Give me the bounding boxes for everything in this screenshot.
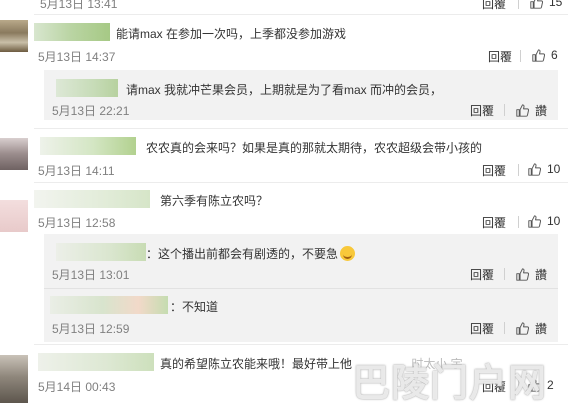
username-blurred[interactable] — [56, 243, 146, 261]
thumbs-up-icon — [532, 48, 545, 62]
comment-text: 农农真的会来吗？如果是真的那就太期待，农农超级会带小孩的 — [146, 141, 483, 155]
comment-separator — [34, 344, 568, 345]
divider — [504, 104, 505, 116]
thumbs-up-icon — [516, 322, 529, 335]
thumbs-up-icon — [516, 268, 529, 281]
reply-button[interactable]: 回覆 — [470, 320, 494, 337]
like-button[interactable]: 15 — [530, 0, 562, 9]
like-button[interactable]: 10 — [528, 214, 560, 228]
thumbs-up-icon — [516, 104, 529, 117]
divider — [504, 322, 505, 334]
reply-button[interactable]: 回覆 — [488, 48, 512, 65]
thumbs-up-icon — [528, 162, 541, 176]
reply-text: 请max 我就冲芒果会员，上期就是为了看max 而冲的会员， — [126, 83, 443, 97]
comment-time: 5月13日 14:11 — [38, 164, 115, 178]
like-button[interactable]: 10 — [528, 162, 560, 176]
reply-separator — [44, 288, 558, 289]
divider — [504, 268, 505, 280]
thumbs-up-icon — [530, 0, 543, 9]
like-button[interactable]: 6 — [532, 48, 558, 62]
reply-time: 5月13日 13:01 — [52, 268, 130, 282]
reply-button[interactable]: 回覆 — [482, 162, 506, 179]
like-label: 讚 — [535, 104, 548, 118]
avatar[interactable] — [0, 200, 28, 232]
comment-separator — [34, 14, 568, 15]
comment-time: 5月13日 12:58 — [38, 216, 116, 230]
comment-time: 5月13日 13:41 — [40, 0, 118, 11]
username-blurred[interactable] — [40, 137, 136, 155]
like-count: 2 — [547, 378, 554, 392]
like-count: 10 — [547, 162, 561, 176]
reply-button[interactable]: 回覆 — [482, 0, 506, 12]
like-label: 讚 — [535, 268, 548, 282]
divider — [518, 164, 519, 176]
divider — [518, 0, 519, 9]
comment-separator — [34, 128, 568, 129]
reply-button[interactable]: 回覆 — [470, 266, 494, 283]
watermark: 巴陵门户网 — [352, 363, 548, 405]
reply-text: ：这个播出前都会有剧透的，不要急 — [146, 245, 356, 262]
username-blurred[interactable] — [38, 353, 154, 371]
avatar[interactable] — [0, 138, 28, 170]
reply-time: 5月13日 22:21 — [52, 104, 130, 118]
username-blurred[interactable] — [56, 79, 118, 97]
reply-text: ：不知道 — [170, 300, 219, 314]
like-button[interactable]: 讚 — [516, 320, 547, 337]
username-blurred[interactable] — [50, 296, 168, 314]
comment-text: 第六季有陈立农吗？ — [160, 194, 269, 208]
comment-separator — [34, 182, 568, 183]
username-blurred[interactable] — [34, 190, 150, 208]
comment-time: 5月13日 14:37 — [38, 50, 116, 64]
divider — [520, 50, 521, 62]
grin-emoji-icon — [340, 246, 356, 261]
like-label: 讚 — [535, 322, 548, 336]
reply-button[interactable]: 回覆 — [482, 214, 506, 231]
like-button[interactable]: 讚 — [516, 102, 547, 119]
divider — [518, 216, 519, 228]
reply-button[interactable]: 回覆 — [470, 102, 494, 119]
comment-text: 能请max 在参加一次吗，上季都没参加游戏 — [116, 27, 347, 41]
like-count: 10 — [547, 214, 561, 228]
avatar[interactable] — [0, 355, 28, 403]
like-button[interactable]: 讚 — [516, 266, 547, 283]
reply-time: 5月13日 12:59 — [52, 322, 130, 336]
comment-time: 5月14日 00:43 — [38, 380, 116, 394]
avatar[interactable] — [0, 20, 28, 52]
username-blurred[interactable] — [34, 23, 110, 41]
like-count: 15 — [549, 0, 563, 9]
thumbs-up-icon — [528, 214, 541, 228]
like-count: 6 — [551, 48, 558, 62]
